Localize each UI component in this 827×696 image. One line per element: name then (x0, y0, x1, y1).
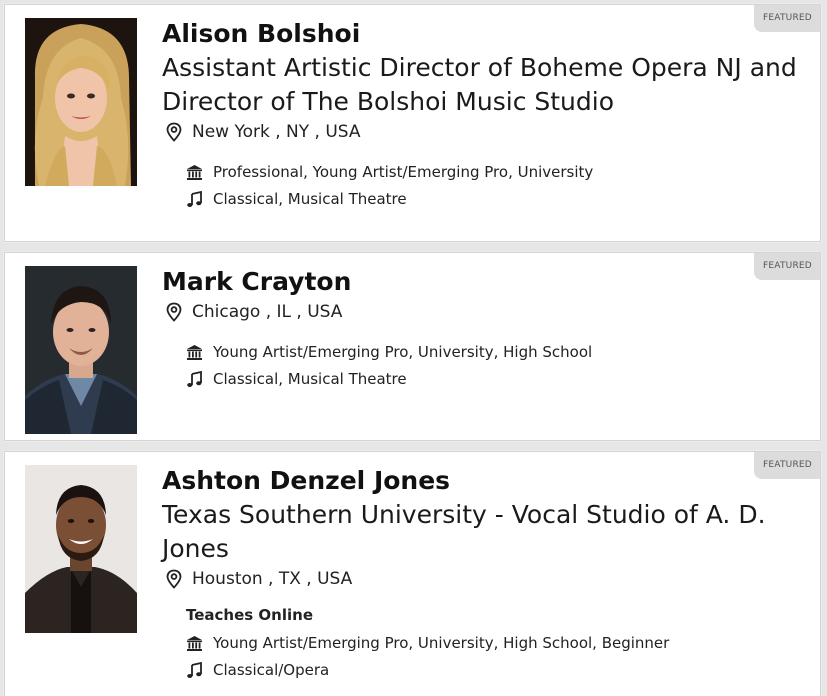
levels-row: Young Artist/Emerging Pro, University, H… (186, 630, 810, 657)
genres-row: Classical/Opera (186, 657, 810, 684)
genres-text: Classical, Musical Theatre (213, 190, 407, 208)
location-text: Chicago , IL , USA (192, 302, 343, 322)
music-note-icon (187, 662, 202, 678)
portrait-image (25, 465, 137, 633)
genres-row: Classical, Musical Theatre (186, 186, 810, 213)
levels-row: Young Artist/Emerging Pro, University, H… (186, 339, 810, 366)
teacher-info: Ashton Denzel Jones Texas Southern Unive… (162, 464, 810, 684)
levels-row: Professional, Young Artist/Emerging Pro,… (186, 159, 810, 186)
location-text: New York , NY , USA (192, 122, 361, 142)
map-pin-icon (166, 302, 182, 322)
teacher-name[interactable]: Ashton Denzel Jones (162, 464, 810, 498)
institution-icon (187, 165, 202, 180)
genres-text: Classical/Opera (213, 661, 330, 679)
teacher-card[interactable]: FEATURED Alison Bolshoi Assistant Artist… (4, 4, 821, 242)
teacher-details: Young Artist/Emerging Pro, University, H… (186, 339, 810, 393)
institution-icon (187, 345, 202, 360)
portrait-image (25, 266, 137, 434)
teacher-location: Houston , TX , USA (162, 566, 810, 592)
music-note-icon (187, 371, 202, 387)
teacher-location: Chicago , IL , USA (162, 299, 810, 325)
map-pin-icon (166, 122, 182, 142)
portrait-image (25, 18, 137, 186)
teacher-photo[interactable] (25, 18, 137, 186)
teacher-location: New York , NY , USA (162, 119, 810, 145)
teacher-name[interactable]: Alison Bolshoi (162, 17, 810, 51)
genres-text: Classical, Musical Theatre (213, 370, 407, 388)
levels-text: Young Artist/Emerging Pro, University, H… (213, 634, 670, 652)
teacher-photo[interactable] (25, 465, 137, 633)
map-pin-icon (166, 569, 182, 589)
teacher-card[interactable]: FEATURED Mark Crayton Chicago , IL , USA (4, 252, 821, 441)
location-text: Houston , TX , USA (192, 569, 353, 589)
teacher-card[interactable]: FEATURED Ashton Denzel Jones Texas South… (4, 451, 821, 696)
teacher-name[interactable]: Mark Crayton (162, 265, 810, 299)
institution-icon (187, 636, 202, 651)
levels-text: Professional, Young Artist/Emerging Pro,… (213, 163, 594, 181)
teacher-info: Alison Bolshoi Assistant Artistic Direct… (162, 17, 810, 213)
teacher-title: Texas Southern University - Vocal Studio… (162, 500, 766, 563)
genres-row: Classical, Musical Theatre (186, 366, 810, 393)
teaches-online-label: Teaches Online (186, 606, 313, 624)
teacher-details: Teaches Online Young Artist/Emerging Pro… (186, 602, 810, 684)
teacher-info: Mark Crayton Chicago , IL , USA Young Ar… (162, 265, 810, 393)
teacher-title: Assistant Artistic Director of Boheme Op… (162, 53, 797, 116)
music-note-icon (187, 191, 202, 207)
levels-text: Young Artist/Emerging Pro, University, H… (213, 343, 593, 361)
teacher-photo[interactable] (25, 266, 137, 434)
teacher-details: Professional, Young Artist/Emerging Pro,… (186, 159, 810, 213)
